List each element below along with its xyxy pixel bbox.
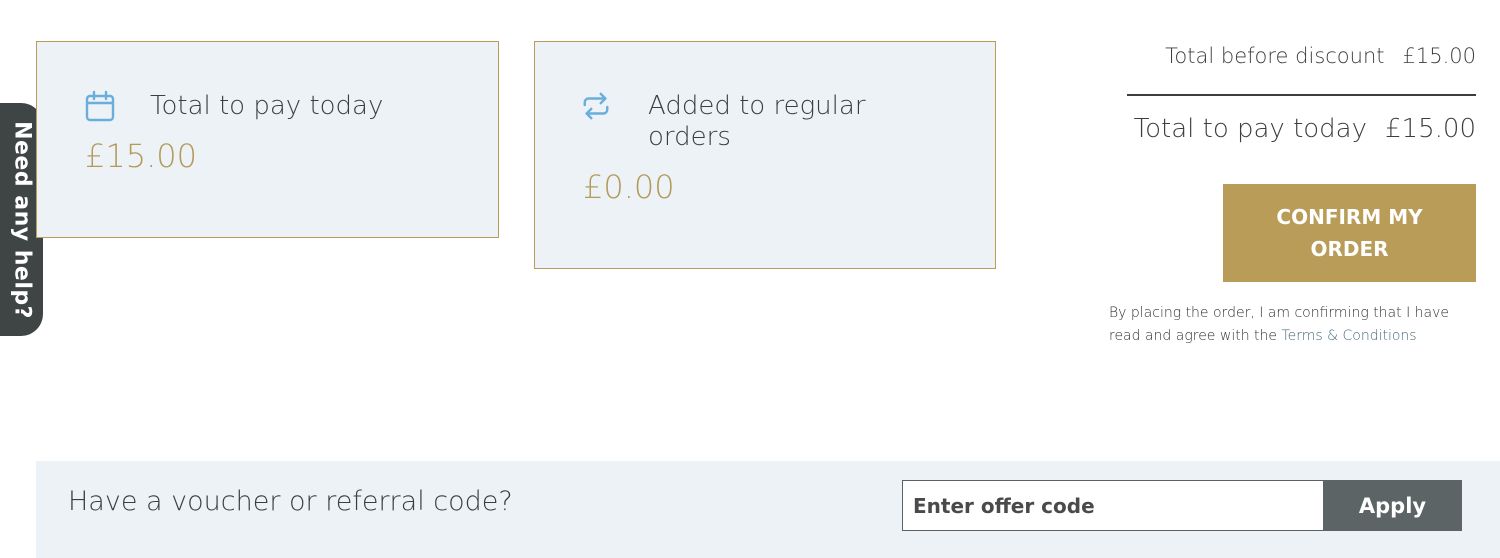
regular-orders-amount: £0.00 xyxy=(583,168,675,206)
apply-button[interactable]: Apply xyxy=(1323,480,1462,531)
pay-today-title: Total to pay today xyxy=(150,91,384,121)
pay-today-card: Total to pay today £15.00 xyxy=(36,41,499,238)
terms-link[interactable]: Terms & Conditions xyxy=(1281,328,1416,344)
regular-orders-card: Added to regular orders £0.00 xyxy=(534,41,996,269)
summary-divider xyxy=(1127,94,1476,96)
regular-orders-title: Added to regular orders xyxy=(648,91,866,152)
need-help-label: Need any help? xyxy=(9,120,34,319)
total-to-pay-amount: £15.00 xyxy=(1385,114,1476,144)
voucher-bar: Have a voucher or referral code? Apply xyxy=(36,461,1500,558)
total-before-discount-row: Total before discount £15.00 xyxy=(1165,44,1476,68)
voucher-label: Have a voucher or referral code? xyxy=(68,486,513,517)
calendar-icon xyxy=(85,90,115,122)
total-to-pay-row: Total to pay today £15.00 xyxy=(1134,114,1476,144)
total-before-discount-amount: £15.00 xyxy=(1402,44,1476,68)
confirm-order-button[interactable]: CONFIRM MY ORDER xyxy=(1223,184,1476,282)
total-before-discount-label: Total before discount xyxy=(1165,44,1385,68)
pay-today-amount: £15.00 xyxy=(85,137,197,175)
order-legal-notice: By placing the order, I am confirming th… xyxy=(1109,302,1481,348)
offer-code-input[interactable] xyxy=(902,480,1326,531)
total-to-pay-label: Total to pay today xyxy=(1133,114,1368,144)
repeat-icon xyxy=(583,92,609,120)
